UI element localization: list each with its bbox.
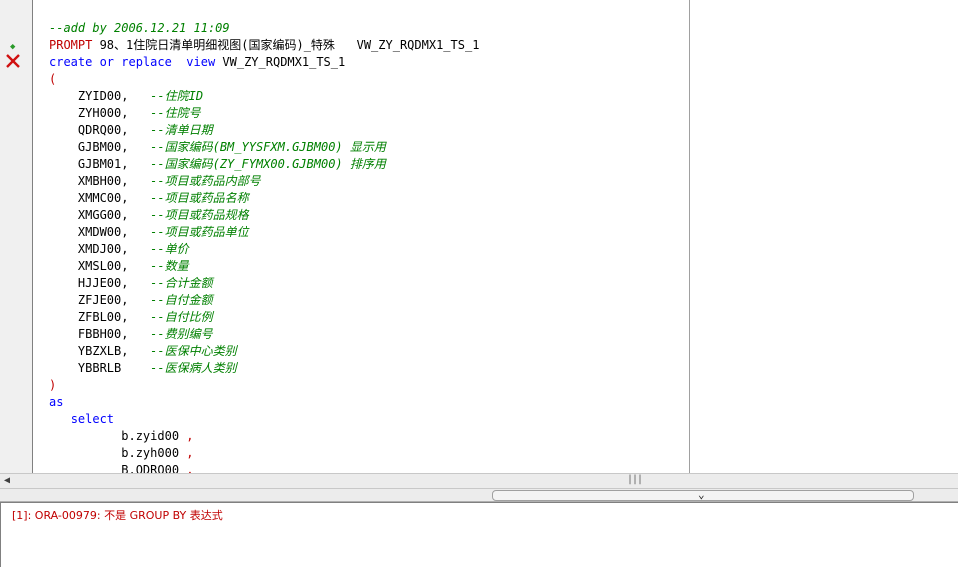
code-line[interactable]: XMSL00, --数量 — [49, 258, 189, 275]
code-line[interactable]: XMDJ00, --单价 — [49, 241, 189, 258]
right-pane — [689, 0, 958, 473]
code-token: ( — [49, 72, 57, 86]
code-token: --国家编码(BM_YYSFXM.GJBM00) 显示用 — [150, 140, 386, 154]
code-token: B.QDRQ00 — [49, 463, 187, 473]
code-token: --医保病人类别 — [150, 361, 237, 375]
code-line[interactable]: as — [49, 394, 63, 411]
code-line[interactable]: select — [49, 411, 114, 428]
code-area[interactable]: --add by 2006.12.21 11:09 PROMPT 98、1住院日清… — [33, 0, 688, 473]
output-panel: [1]: ORA-00979: 不是 GROUP BY 表达式 — [0, 502, 958, 567]
sql-editor[interactable]: ◆ --add by 2006.12.21 11:09 PROMPT 98、1住院… — [0, 0, 958, 473]
code-token: --自付金额 — [150, 293, 213, 307]
code-line[interactable]: PROMPT 98、1住院日清单明细视图(国家编码)_特殊 VW_ZY_RQDM… — [49, 37, 479, 54]
code-token: , — [186, 463, 194, 473]
code-token: XMMC00, — [49, 191, 151, 205]
code-token: view — [186, 55, 216, 69]
code-token: XMSL00, — [49, 259, 151, 273]
code-token: XMGG00, — [49, 208, 151, 222]
code-line[interactable]: GJBM01, --国家编码(ZY_FYMX00.GJBM00) 排序用 — [49, 156, 386, 173]
code-token: --国家编码(ZY_FYMX00.GJBM00) 排序用 — [150, 157, 386, 171]
code-token: XMBH00, — [49, 174, 151, 188]
code-token: GJBM01, — [49, 157, 151, 171]
code-token: ZFJE00, — [49, 293, 151, 307]
code-line[interactable]: B.QDRQ00 , — [49, 462, 194, 473]
code-token: --合计金额 — [150, 276, 213, 290]
code-line[interactable]: GJBM00, --国家编码(BM_YYSFXM.GJBM00) 显示用 — [49, 139, 386, 156]
code-token: ) — [49, 378, 57, 392]
code-token: --add by 2006.12.21 11:09 — [49, 21, 230, 35]
code-token: --费别编号 — [150, 327, 213, 341]
code-token: HJJE00, — [49, 276, 151, 290]
code-token: , — [186, 446, 194, 460]
code-token: --清单日期 — [150, 123, 213, 137]
error-x-icon — [6, 54, 20, 68]
code-token: GJBM00, — [49, 140, 151, 154]
code-line[interactable]: --add by 2006.12.21 11:09 — [49, 20, 230, 37]
code-token: --项目或药品名称 — [150, 191, 249, 205]
code-line[interactable]: XMGG00, --项目或药品规格 — [49, 207, 249, 224]
code-line[interactable]: ( — [49, 71, 56, 88]
code-token: --项目或药品规格 — [150, 208, 249, 222]
code-line[interactable]: XMBH00, --项目或药品内部号 — [49, 173, 261, 190]
code-token: --自付比例 — [150, 310, 213, 324]
code-token: PROMPT — [49, 38, 93, 52]
code-line[interactable]: create or replace view VW_ZY_RQDMX1_TS_1 — [49, 54, 345, 71]
code-line[interactable]: ZFBL00, --自付比例 — [49, 309, 213, 326]
code-line[interactable]: XMDW00, --项目或药品单位 — [49, 224, 249, 241]
code-line[interactable]: b.zyh000 , — [49, 445, 194, 462]
error-message: [1]: ORA-00979: 不是 GROUP BY 表达式 — [12, 509, 223, 522]
code-token: ZYID00, — [49, 89, 151, 103]
code-token: --住院号 — [150, 106, 201, 120]
code-token: YBBRLB — [49, 361, 151, 375]
splitter-handle[interactable]: ⌄ — [492, 488, 914, 501]
code-token: --项目或药品内部号 — [150, 174, 261, 188]
code-line[interactable]: YBBRLB --医保病人类别 — [49, 360, 237, 377]
code-token: XMDW00, — [49, 225, 151, 239]
horizontal-scrollbar[interactable]: ◀ ||| — [0, 473, 958, 489]
editor-gutter: ◆ — [0, 0, 33, 473]
code-token: as — [49, 395, 64, 409]
code-token: ZYH000, — [49, 106, 151, 120]
code-token: , — [186, 429, 194, 443]
code-line[interactable]: ZFJE00, --自付金额 — [49, 292, 213, 309]
code-token: XMDJ00, — [49, 242, 151, 256]
scroll-left-arrow-icon[interactable]: ◀ — [4, 475, 10, 486]
code-line[interactable]: b.zyid00 , — [49, 428, 194, 445]
code-line[interactable]: ZYH000, --住院号 — [49, 105, 201, 122]
code-token: --医保中心类别 — [150, 344, 237, 358]
code-token: b.zyh000 — [49, 446, 187, 460]
code-token: --数量 — [150, 259, 189, 273]
bookmark-dot-icon: ◆ — [10, 42, 16, 52]
code-token: ZFBL00, — [49, 310, 151, 324]
code-token: create or replace — [49, 55, 172, 69]
code-line[interactable]: ) — [49, 377, 56, 394]
code-line[interactable]: XMMC00, --项目或药品名称 — [49, 190, 249, 207]
code-token: 98、1住院日清单明细视图(国家编码)_特殊 VW_ZY_RQDMX1_TS_1 — [92, 38, 480, 52]
code-token: VW_ZY_RQDMX1_TS_1 — [215, 55, 346, 69]
code-line[interactable]: QDRQ00, --清单日期 — [49, 122, 213, 139]
code-token: select — [70, 412, 115, 426]
scroll-grip-icon[interactable]: ||| — [627, 474, 643, 485]
code-token: --住院ID — [150, 89, 204, 103]
code-token: b.zyid00 — [49, 429, 187, 443]
code-token: YBZXLB, — [49, 344, 151, 358]
code-line[interactable]: HJJE00, --合计金额 — [49, 275, 213, 292]
code-line[interactable]: YBZXLB, --医保中心类别 — [49, 343, 237, 360]
code-token: --单价 — [150, 242, 189, 256]
code-line[interactable]: ZYID00, --住院ID — [49, 88, 203, 105]
code-token: --项目或药品单位 — [150, 225, 249, 239]
chevron-down-icon[interactable]: ⌄ — [698, 488, 705, 501]
code-token: FBBH00, — [49, 327, 151, 341]
code-line[interactable]: FBBH00, --费别编号 — [49, 326, 213, 343]
code-token: QDRQ00, — [49, 123, 151, 137]
